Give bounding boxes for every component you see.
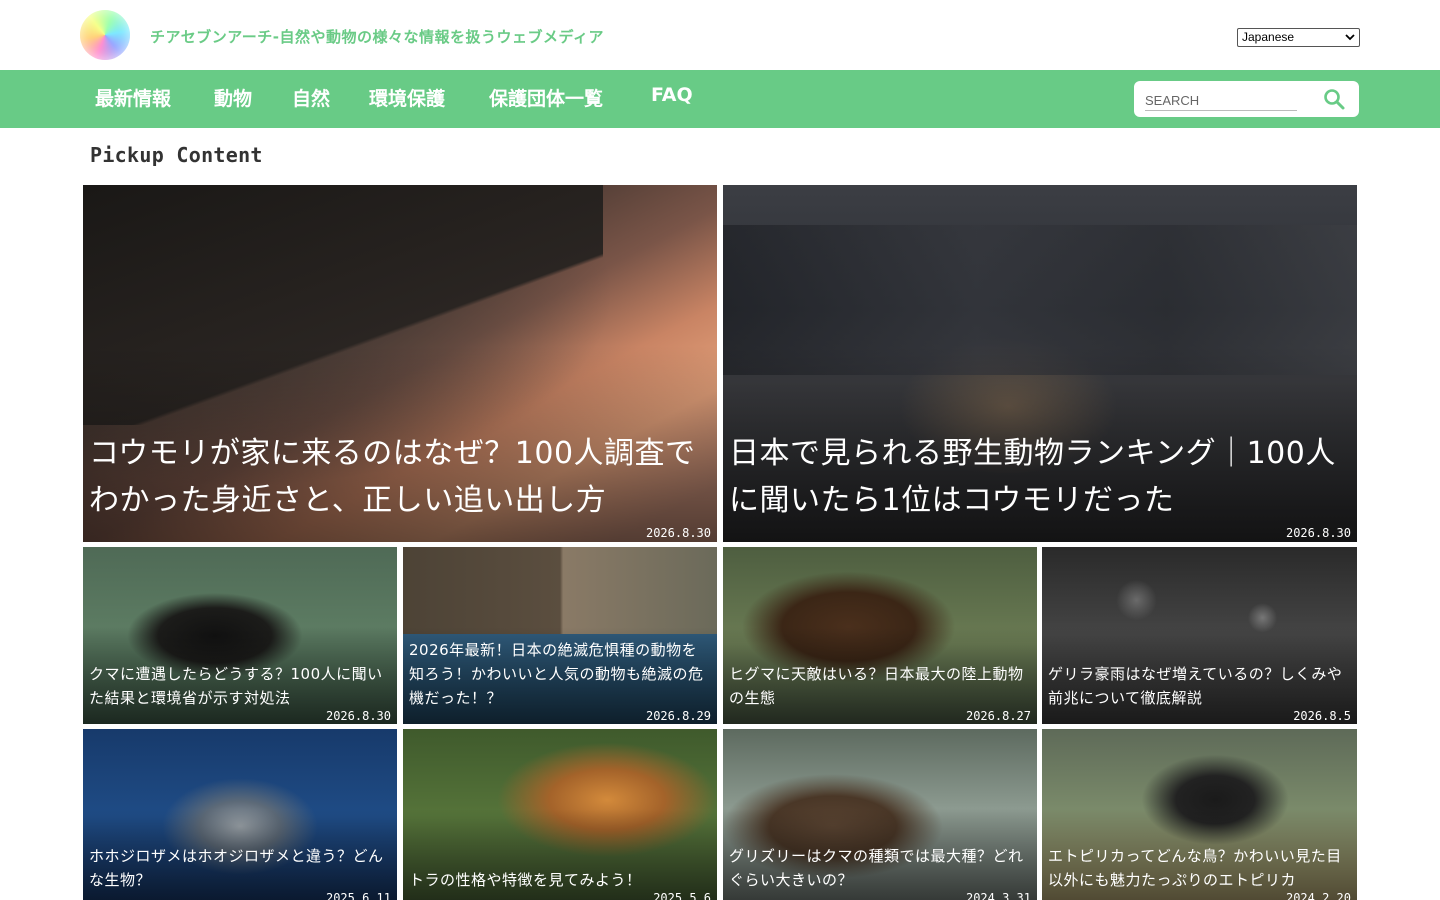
article-card[interactable]: エトピリカってどんな鳥？かわいい見た目以外にも魅力たっぷりのエトピリカ 2024…	[1042, 729, 1357, 900]
site-tagline[interactable]: チアセブンアーチ-自然や動物の様々な情報を扱うウェブメディア	[150, 26, 604, 47]
nav-item-animals[interactable]: 動物	[214, 84, 252, 111]
article-title[interactable]: エトピリカってどんな鳥？かわいい見た目以外にも魅力たっぷりのエトピリカ	[1048, 844, 1351, 892]
article-card[interactable]: ホホジロザメはホオジロザメと違う？どんな生物？ 2025.6.11	[83, 729, 397, 900]
main-nav: 最新情報 動物 自然 環境保護 保護団体一覧 FAQ	[0, 70, 1440, 128]
article-title[interactable]: トラの性格や特徴を見てみよう！	[409, 868, 711, 892]
article-card[interactable]: ゲリラ豪雨はなぜ増えているの？しくみや前兆について徹底解説 2026.8.5	[1042, 547, 1357, 724]
article-card[interactable]: トラの性格や特徴を見てみよう！ 2025.5.6	[403, 729, 717, 900]
search-icon[interactable]	[1322, 87, 1346, 111]
article-date: 2024.3.31	[965, 891, 1031, 900]
article-title[interactable]: ゲリラ豪雨はなぜ増えているの？しくみや前兆について徹底解説	[1048, 662, 1351, 710]
article-title[interactable]: 日本で見られる野生動物ランキング｜100人に聞いたら1位はコウモリだった	[729, 430, 1351, 524]
article-card[interactable]: グリズリーはクマの種類では最大種？どれぐらい大きいの？ 2024.3.31	[723, 729, 1037, 900]
article-date: 2026.8.29	[645, 709, 711, 723]
search-input[interactable]	[1145, 91, 1297, 111]
article-date: 2026.8.30	[325, 709, 391, 723]
language-select[interactable]: Japanese	[1237, 28, 1360, 47]
pickup-heading: Pickup Content	[90, 143, 263, 167]
nav-item-nature[interactable]: 自然	[292, 84, 330, 111]
article-date: 2024.2.20	[1285, 891, 1351, 900]
search-box	[1134, 81, 1359, 117]
article-date: 2026.8.30	[645, 526, 711, 540]
article-title[interactable]: クマに遭遇したらどうする？100人に聞いた結果と環境省が示す対処法	[89, 662, 391, 710]
rainbow-circle-icon[interactable]	[80, 10, 130, 60]
article-card[interactable]: ヒグマに天敵はいる？日本最大の陸上動物の生態 2026.8.27	[723, 547, 1037, 724]
article-date: 2025.5.6	[653, 891, 711, 900]
article-title[interactable]: コウモリが家に来るのはなぜ？100人調査でわかった身近さと、正しい追い出し方	[89, 430, 711, 524]
featured-article-card[interactable]: 日本で見られる野生動物ランキング｜100人に聞いたら1位はコウモリだった 202…	[723, 185, 1357, 542]
article-date: 2025.6.11	[325, 891, 391, 900]
nav-item-latest[interactable]: 最新情報	[95, 84, 171, 111]
featured-article-card[interactable]: コウモリが家に来るのはなぜ？100人調査でわかった身近さと、正しい追い出し方 2…	[83, 185, 717, 542]
nav-item-organizations[interactable]: 保護団体一覧	[489, 84, 603, 111]
site-header: チアセブンアーチ-自然や動物の様々な情報を扱うウェブメディア Japanese	[0, 0, 1440, 70]
article-title[interactable]: グリズリーはクマの種類では最大種？どれぐらい大きいの？	[729, 844, 1031, 892]
chevron-down-icon	[1345, 34, 1355, 41]
article-title[interactable]: ヒグマに天敵はいる？日本最大の陸上動物の生態	[729, 662, 1031, 710]
article-title[interactable]: ホホジロザメはホオジロザメと違う？どんな生物？	[89, 844, 391, 892]
article-card[interactable]: クマに遭遇したらどうする？100人に聞いた結果と環境省が示す対処法 2026.8…	[83, 547, 397, 724]
article-card[interactable]: 2026年最新！日本の絶滅危惧種の動物を知ろう！かわいいと人気の動物も絶滅の危機…	[403, 547, 717, 724]
language-selected-value: Japanese	[1242, 30, 1295, 44]
article-date: 2026.8.30	[1285, 526, 1351, 540]
nav-item-environment[interactable]: 環境保護	[369, 84, 445, 111]
article-date: 2026.8.27	[965, 709, 1031, 723]
article-title[interactable]: 2026年最新！日本の絶滅危惧種の動物を知ろう！かわいいと人気の動物も絶滅の危機…	[409, 638, 711, 710]
nav-item-faq[interactable]: FAQ	[651, 84, 693, 106]
article-date: 2026.8.5	[1293, 709, 1351, 723]
